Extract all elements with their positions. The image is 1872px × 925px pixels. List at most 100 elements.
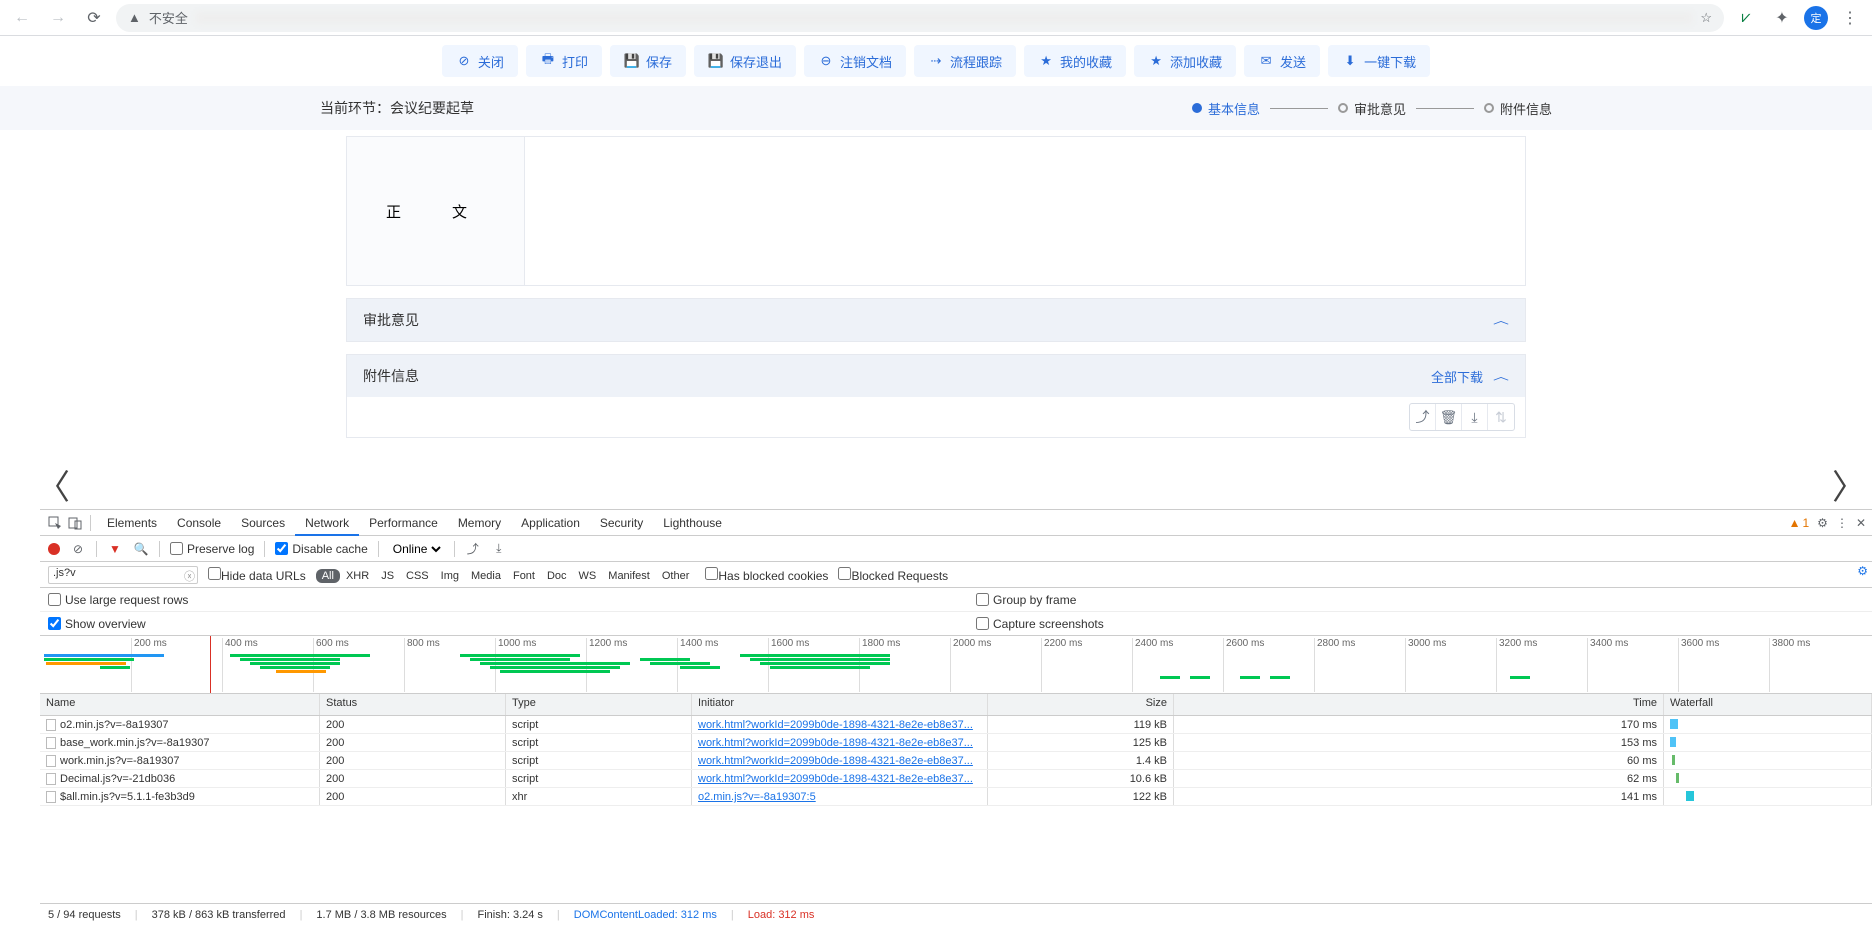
- collapse-icon[interactable]: ︿: [1493, 313, 1509, 327]
- devtools-tab-lighthouse[interactable]: Lighthouse: [653, 512, 732, 534]
- element-picker-icon[interactable]: [46, 514, 64, 532]
- url-bar[interactable]: ▲ 不安全 ☆: [116, 4, 1724, 32]
- network-status-bar: 5 / 94 requests| 378 kB / 863 kB transfe…: [40, 903, 1872, 925]
- delete-icon[interactable]: 🗑: [1436, 404, 1462, 430]
- star-icon: ★: [1038, 53, 1054, 69]
- devtools-tab-memory[interactable]: Memory: [448, 512, 511, 534]
- filter-type-manifest[interactable]: Manifest: [602, 569, 656, 583]
- clear-button[interactable]: ⊘: [70, 541, 86, 557]
- show-overview-checkbox[interactable]: Show overview: [48, 617, 146, 631]
- approval-panel: 审批意见 ︿: [346, 298, 1526, 342]
- forward-button[interactable]: →: [44, 4, 72, 32]
- devtools-tabs: ElementsConsoleSourcesNetworkPerformance…: [40, 510, 1872, 536]
- download-all-link[interactable]: 全部下载: [1431, 367, 1483, 386]
- devtools-settings-icon[interactable]: ⚙: [1817, 516, 1828, 530]
- save-icon: 💾: [624, 53, 640, 69]
- filter-type-xhr[interactable]: XHR: [340, 569, 375, 583]
- filter-type-js[interactable]: JS: [375, 569, 400, 583]
- app-toolbar: ⊘关闭 🖶打印 💾保存 💾保存退出 ⊖注销文档 ⇢流程跟踪 ★我的收藏 ★添加收…: [0, 36, 1872, 86]
- warnings-badge[interactable]: ▲1: [1789, 516, 1810, 530]
- next-page-chevron[interactable]: 〉: [1832, 460, 1866, 509]
- step-attachment[interactable]: 附件信息: [1484, 99, 1552, 118]
- network-overview-timeline[interactable]: 200 ms400 ms600 ms800 ms1000 ms1200 ms14…: [40, 636, 1872, 694]
- devtools-close-icon[interactable]: ✕: [1856, 516, 1866, 530]
- blocked-requests-checkbox[interactable]: Blocked Requests: [838, 567, 948, 583]
- sort-icon[interactable]: ⇅: [1488, 404, 1514, 430]
- filter-type-all[interactable]: All: [316, 569, 340, 583]
- table-row[interactable]: Decimal.js?v=-21db036200scriptwork.html?…: [40, 770, 1872, 788]
- request-count: 5 / 94 requests: [48, 909, 121, 921]
- domcontentloaded-time: DOMContentLoaded: 312 ms: [574, 909, 717, 921]
- download-icon[interactable]: ⤓: [1462, 404, 1488, 430]
- upload-icon[interactable]: ⤴: [1410, 404, 1436, 430]
- filter-type-doc[interactable]: Doc: [541, 569, 573, 583]
- download-all-button[interactable]: ⬇一键下载: [1328, 45, 1430, 77]
- table-row[interactable]: o2.min.js?v=-8a19307200scriptwork.html?w…: [40, 716, 1872, 734]
- kebab-menu-icon[interactable]: ⋮: [1836, 4, 1864, 32]
- export-har-icon[interactable]: ⤓: [491, 541, 507, 557]
- print-button[interactable]: 🖶打印: [526, 45, 602, 77]
- group-by-frame-checkbox[interactable]: Group by frame: [976, 593, 1076, 607]
- import-har-icon[interactable]: ⤴: [465, 541, 481, 557]
- process-track-button[interactable]: ⇢流程跟踪: [914, 45, 1016, 77]
- filter-type-css[interactable]: CSS: [400, 569, 435, 583]
- device-toggle-icon[interactable]: [66, 514, 84, 532]
- table-row[interactable]: $all.min.js?v=5.1.1-fe3b3d9200xhro2.min.…: [40, 788, 1872, 806]
- devtools-panel: ElementsConsoleSourcesNetworkPerformance…: [40, 509, 1872, 925]
- preserve-log-checkbox[interactable]: Preserve log: [170, 542, 254, 556]
- table-row[interactable]: base_work.min.js?v=-8a19307200scriptwork…: [40, 734, 1872, 752]
- devtools-tab-application[interactable]: Application: [511, 512, 590, 534]
- devtools-tab-network[interactable]: Network: [295, 512, 359, 536]
- filter-type-img[interactable]: Img: [435, 569, 465, 583]
- ext-check-icon[interactable]: ⩗: [1732, 4, 1760, 32]
- devtools-kebab-icon[interactable]: ⋮: [1836, 516, 1848, 530]
- star-icon[interactable]: ☆: [1700, 10, 1712, 26]
- devtools-tab-security[interactable]: Security: [590, 512, 653, 534]
- back-button[interactable]: ←: [8, 4, 36, 32]
- record-button[interactable]: [48, 543, 60, 555]
- filter-type-media[interactable]: Media: [465, 569, 507, 583]
- devtools-tab-elements[interactable]: Elements: [97, 512, 167, 534]
- devtools-tab-sources[interactable]: Sources: [231, 512, 295, 534]
- table-row[interactable]: work.min.js?v=-8a19307200scriptwork.html…: [40, 752, 1872, 770]
- insecure-icon: ▲: [128, 10, 141, 25]
- hide-data-urls-checkbox[interactable]: Hide data URLs: [208, 567, 306, 583]
- add-favorite-button[interactable]: ★添加收藏: [1134, 45, 1236, 77]
- my-favorite-button[interactable]: ★我的收藏: [1024, 45, 1126, 77]
- flow-icon: ⇢: [928, 53, 944, 69]
- capture-screenshots-checkbox[interactable]: Capture screenshots: [976, 617, 1104, 631]
- extensions-icon[interactable]: ✦: [1768, 4, 1796, 32]
- print-icon: 🖶: [540, 53, 556, 69]
- filter-icon[interactable]: ▼: [107, 541, 123, 557]
- collapse-icon[interactable]: ︿: [1493, 369, 1509, 383]
- url-text: [196, 12, 1692, 24]
- throttling-select[interactable]: Online: [389, 541, 444, 557]
- resources-size: 1.7 MB / 3.8 MB resources: [316, 909, 446, 921]
- cancel-doc-button[interactable]: ⊖注销文档: [804, 45, 906, 77]
- search-icon[interactable]: 🔍: [133, 541, 149, 557]
- large-rows-checkbox[interactable]: Use large request rows: [48, 593, 188, 607]
- save-exit-button[interactable]: 💾保存退出: [694, 45, 796, 77]
- disable-cache-checkbox[interactable]: Disable cache: [275, 542, 367, 556]
- step-approval[interactable]: 审批意见: [1338, 99, 1406, 118]
- reload-button[interactable]: ⟳: [80, 4, 108, 32]
- prev-page-chevron[interactable]: 〈: [36, 460, 70, 509]
- clear-filter-icon[interactable]: ⓧ: [184, 568, 195, 584]
- filter-input[interactable]: .js?v ⓧ: [48, 566, 198, 584]
- network-settings-icon[interactable]: ⚙: [1857, 564, 1868, 578]
- filter-type-other[interactable]: Other: [656, 569, 696, 583]
- table-header[interactable]: Name Status Type Initiator Size Time Wat…: [40, 694, 1872, 716]
- filter-type-font[interactable]: Font: [507, 569, 541, 583]
- devtools-tab-console[interactable]: Console: [167, 512, 231, 534]
- devtools-tab-performance[interactable]: Performance: [359, 512, 448, 534]
- save-button[interactable]: 💾保存: [610, 45, 686, 77]
- close-button[interactable]: ⊘关闭: [442, 45, 518, 77]
- send-button[interactable]: ✉发送: [1244, 45, 1320, 77]
- profile-avatar[interactable]: 定: [1804, 6, 1828, 30]
- step-basic-info[interactable]: 基本信息: [1192, 99, 1260, 118]
- filter-type-ws[interactable]: WS: [573, 569, 603, 583]
- browser-address-bar: ← → ⟳ ▲ 不安全 ☆ ⩗ ✦ 定 ⋮: [0, 0, 1872, 36]
- blocked-cookies-checkbox[interactable]: Has blocked cookies: [705, 567, 828, 583]
- body-panel-label: 正 文: [347, 137, 525, 285]
- network-toolbar: ⊘ ▼ 🔍 Preserve log Disable cache Online …: [40, 536, 1872, 562]
